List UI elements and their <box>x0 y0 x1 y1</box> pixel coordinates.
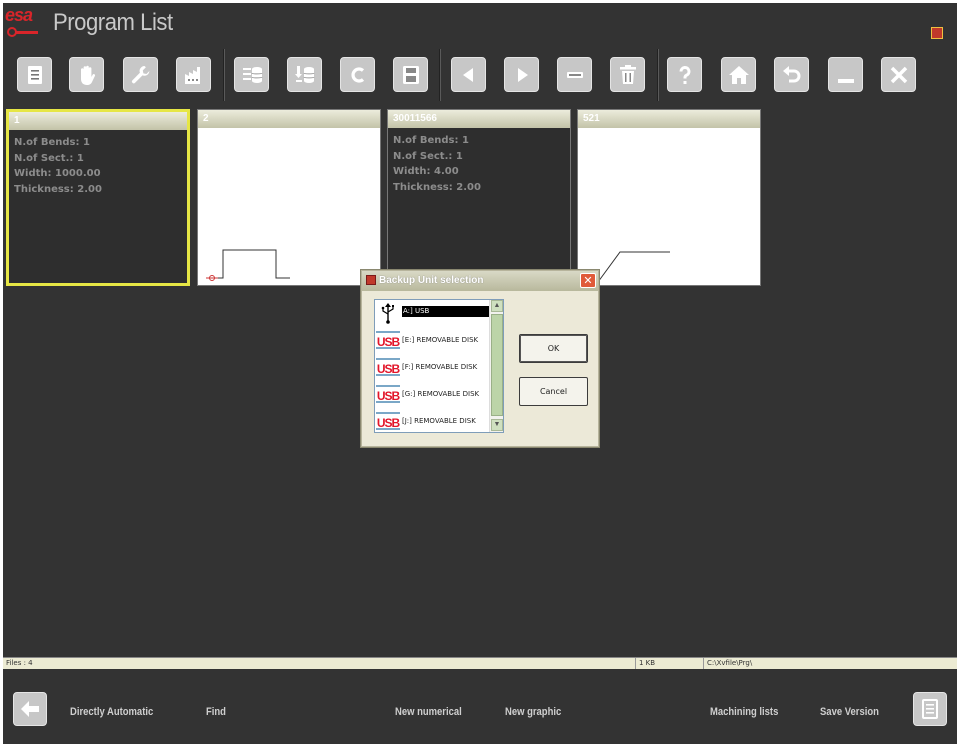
program-info: N.of Bends: 1 N.of Sect.: 1 Width: 4.00 … <box>393 135 481 193</box>
database-list-icon[interactable] <box>234 57 269 92</box>
esa-logo: esa <box>5 5 47 41</box>
scroll-up-icon[interactable]: ▲ <box>491 300 503 312</box>
drive-list[interactable]: A:] USB USB [E:] REMOVABLE DISK USB [F:]… <box>374 299 504 433</box>
database-import-icon[interactable] <box>287 57 322 92</box>
arrow-left-icon[interactable] <box>451 57 486 92</box>
factory-icon[interactable] <box>176 57 211 92</box>
program-name: 521 <box>578 110 760 128</box>
drive-item-j[interactable]: USB [J:] REMOVABLE DISK <box>376 409 488 432</box>
c-icon[interactable] <box>340 57 375 92</box>
page-title: Program List <box>53 9 173 36</box>
logo-text: esa <box>5 5 33 25</box>
drive-item-usb[interactable]: A:] USB <box>376 301 490 328</box>
new-numerical-button[interactable]: New numerical <box>395 706 462 718</box>
program-name: 30011566 <box>388 110 570 128</box>
usb-badge-icon: USB <box>376 358 400 376</box>
drive-label: [E:] REMOVABLE DISK <box>402 336 479 344</box>
drive-label: [G:] REMOVABLE DISK <box>402 390 480 398</box>
program-name: 1 <box>9 112 187 130</box>
help-icon[interactable] <box>667 57 702 92</box>
minimize-icon[interactable] <box>828 57 863 92</box>
dialog-close-button[interactable]: ✕ <box>580 273 596 288</box>
usb-badge-icon: USB <box>376 331 400 349</box>
program-info: N.of Bends: 1 N.of Sect.: 1 Width: 1000.… <box>14 137 102 195</box>
program-name: 2 <box>198 110 380 128</box>
usb-badge-icon: USB <box>376 385 400 403</box>
minus-bar-icon[interactable] <box>557 57 592 92</box>
new-graphic-button[interactable]: New graphic <box>505 706 561 718</box>
file-count: Files : 4 <box>6 659 33 667</box>
document-icon[interactable] <box>17 57 52 92</box>
file-size: 1 KB <box>639 659 656 667</box>
dialog-title-bar: Backup Unit selection ✕ <box>362 271 598 291</box>
list-icon[interactable] <box>913 692 947 726</box>
trash-icon[interactable] <box>610 57 645 92</box>
backup-unit-dialog: Backup Unit selection ✕ A:] USB USB [E:]… <box>361 270 599 447</box>
home-icon[interactable] <box>721 57 756 92</box>
arrow-back-icon[interactable] <box>13 692 47 726</box>
dialog-title: Backup Unit selection <box>379 275 484 286</box>
machining-lists-button[interactable]: Machining lists <box>710 706 778 718</box>
title-bar: esa Program List <box>3 3 957 45</box>
arrow-right-icon[interactable] <box>504 57 539 92</box>
bend-profile-graphic <box>597 251 670 283</box>
program-list-window: esa Program List 1 N.of Bends: 1 N.of Se… <box>3 3 957 744</box>
directly-automatic-button[interactable]: Directly Automatic <box>70 706 153 718</box>
scroll-thumb[interactable] <box>491 314 503 416</box>
drive-item-f[interactable]: USB [F:] REMOVABLE DISK <box>376 355 488 382</box>
find-button[interactable]: Find <box>206 706 226 718</box>
scroll-down-icon[interactable]: ▼ <box>491 419 503 431</box>
cancel-button[interactable]: Cancel <box>519 377 588 406</box>
usb-icon <box>381 303 394 324</box>
program-card[interactable]: 30011566 N.of Bends: 1 N.of Sect.: 1 Wid… <box>387 109 571 286</box>
drive-label: A:] USB <box>402 306 490 317</box>
current-path: C:\Xvfile\Prg\ <box>707 659 753 667</box>
flag-icon[interactable] <box>931 27 943 39</box>
drive-item-g[interactable]: USB [G:] REMOVABLE DISK <box>376 382 488 409</box>
save-version-button[interactable]: Save Version <box>820 706 879 718</box>
close-icon[interactable] <box>881 57 916 92</box>
app-icon <box>366 275 376 285</box>
wrench-icon[interactable] <box>123 57 158 92</box>
save-disk-icon[interactable] <box>393 57 428 92</box>
bend-profile-graphic <box>206 249 290 281</box>
drive-label: [J:] REMOVABLE DISK <box>402 417 476 425</box>
program-card[interactable]: 1 N.of Bends: 1 N.of Sect.: 1 Width: 100… <box>6 109 190 286</box>
usb-badge-icon: USB <box>376 412 400 430</box>
drive-list-scrollbar[interactable]: ▲ ▼ <box>489 300 503 432</box>
toolbar <box>3 47 957 103</box>
undo-icon[interactable] <box>774 57 809 92</box>
bottom-action-bar: Directly Automatic Find New numerical Ne… <box>3 670 957 744</box>
hand-icon[interactable] <box>69 57 104 92</box>
drive-label: [F:] REMOVABLE DISK <box>402 363 478 371</box>
ok-button[interactable]: OK <box>519 334 588 363</box>
status-bar: Files : 4 1 KB C:\Xvfile\Prg\ <box>3 657 957 669</box>
program-card[interactable]: 521 <box>577 109 761 286</box>
program-card[interactable]: 2 <box>197 109 381 286</box>
drive-item-e[interactable]: USB [E:] REMOVABLE DISK <box>376 328 488 355</box>
